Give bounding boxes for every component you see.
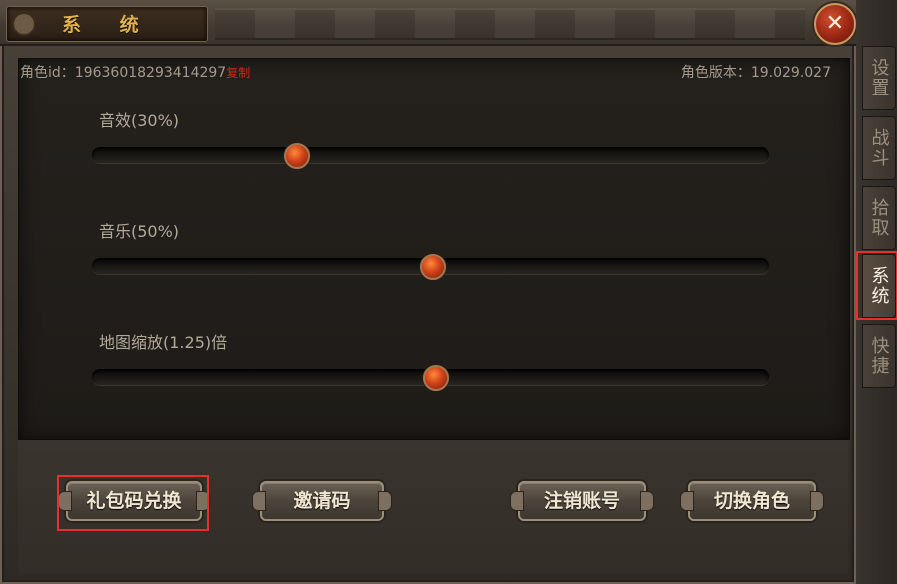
close-button[interactable]: ✕ xyxy=(814,3,856,45)
role-id-label: 角色id： xyxy=(20,65,75,81)
role-id-value: 19636018293414297 xyxy=(74,65,227,81)
tab-pickup[interactable]: 拾取 xyxy=(862,186,896,250)
music-label: 音乐(50%) xyxy=(99,222,180,241)
title-ornament-icon xyxy=(12,12,36,36)
role-version-info: 角色版本：19.029.027 xyxy=(681,62,831,82)
role-version-label: 角色版本： xyxy=(680,65,751,81)
window-title: 系 统 xyxy=(62,14,155,36)
role-id-info: 角色id：19636018293414297复制 xyxy=(20,62,250,82)
sound-effect-slider[interactable] xyxy=(92,143,769,169)
music-slider-handle[interactable] xyxy=(419,254,446,280)
gift-code-highlight xyxy=(57,475,209,531)
sound-effect-slider-handle[interactable] xyxy=(284,143,311,169)
copy-role-id-link[interactable]: 复制 xyxy=(226,66,250,80)
invite-code-button[interactable]: 邀请码 xyxy=(252,481,392,521)
system-tab-highlight xyxy=(856,251,897,320)
map-zoom-label: 地图缩放(1.25)倍 xyxy=(99,333,228,352)
cancel-account-button[interactable]: 注销账号 xyxy=(510,481,654,521)
role-version-value: 19.029.027 xyxy=(750,65,831,81)
tab-settings[interactable]: 设置 xyxy=(862,46,896,110)
tab-battle[interactable]: 战斗 xyxy=(862,116,896,180)
map-zoom-slider[interactable] xyxy=(92,365,769,391)
switch-role-button[interactable]: 切换角色 xyxy=(680,481,824,521)
tab-shortcut[interactable]: 快捷 xyxy=(862,324,896,388)
title-bar-ornament xyxy=(215,8,805,40)
map-zoom-slider-handle[interactable] xyxy=(422,365,449,391)
music-slider[interactable] xyxy=(92,254,769,280)
sound-effect-label: 音效(30%) xyxy=(99,111,180,130)
